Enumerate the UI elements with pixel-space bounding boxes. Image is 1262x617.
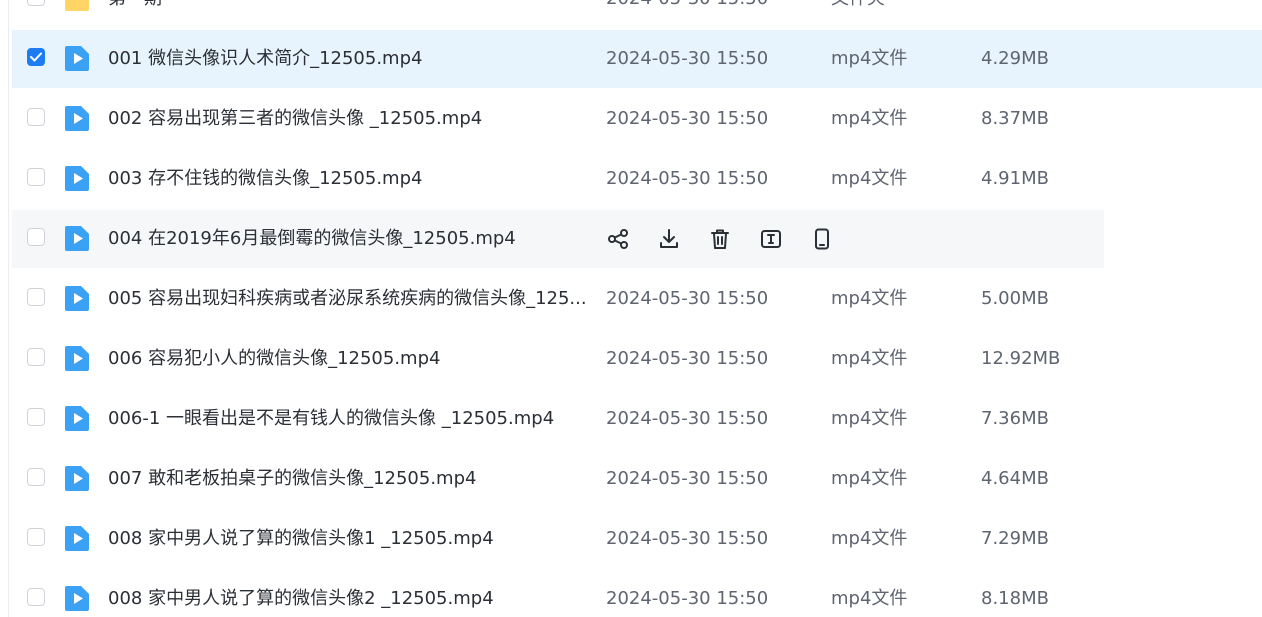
file-size: 7.29MB	[981, 528, 1049, 549]
mobile-icon[interactable]	[810, 227, 834, 251]
modified-date: 2024-05-30 15:50	[606, 348, 769, 369]
row-checkbox[interactable]	[27, 48, 45, 66]
modified-date: 2024-05-30 15:50	[606, 108, 769, 129]
modified-date: 2024-05-30 15:50	[606, 588, 769, 609]
rename-icon[interactable]	[759, 227, 783, 251]
file-type: mp4文件	[831, 408, 908, 429]
checkmark-icon	[30, 52, 42, 62]
video-file-icon	[65, 106, 89, 131]
delete-icon[interactable]	[708, 227, 732, 251]
file-type: mp4文件	[831, 588, 908, 609]
file-name[interactable]: 004 在2019年6月最倒霉的微信头像_12505.mp4	[108, 210, 598, 268]
file-type: mp4文件	[831, 48, 908, 69]
file-size: 4.29MB	[981, 48, 1049, 69]
file-type: mp4文件	[831, 468, 908, 489]
file-size: 8.18MB	[981, 588, 1049, 609]
row-checkbox[interactable]	[27, 288, 45, 306]
file-size: 4.64MB	[981, 468, 1049, 489]
modified-date: 2024-05-30 15:50	[606, 288, 769, 309]
file-name[interactable]: 006-1 一眼看出是不是有钱人的微信头像 _12505.mp4	[108, 390, 598, 448]
file-type: 文件夹	[831, 0, 885, 28]
list-item[interactable]: 003 存不住钱的微信头像_12505.mp4 2024-05-30 15:50…	[12, 150, 1262, 208]
file-size: -	[981, 0, 988, 28]
row-checkbox[interactable]	[27, 588, 45, 606]
list-item[interactable]: 007 敢和老板拍桌子的微信头像_12505.mp4 2024-05-30 15…	[12, 450, 1262, 508]
row-checkbox[interactable]	[27, 408, 45, 426]
file-size: 12.92MB	[981, 348, 1061, 369]
file-size: 7.36MB	[981, 408, 1049, 429]
folder-icon	[65, 0, 89, 11]
row-checkbox[interactable]	[27, 168, 45, 186]
file-type: mp4文件	[831, 348, 908, 369]
download-icon[interactable]	[657, 227, 681, 251]
video-file-icon	[65, 46, 89, 71]
file-size: 8.37MB	[981, 108, 1049, 129]
video-file-icon	[65, 346, 89, 371]
list-divider	[8, 0, 9, 617]
row-checkbox[interactable]	[27, 228, 45, 246]
video-file-icon	[65, 406, 89, 431]
file-name[interactable]: 007 敢和老板拍桌子的微信头像_12505.mp4	[108, 450, 598, 508]
file-name[interactable]: 001 微信头像识人术简介_12505.mp4	[108, 30, 598, 88]
file-list: 第一期 2024-05-30 15:50 文件夹 - 001 微信头像识人术简介…	[0, 0, 1262, 617]
share-icon[interactable]	[606, 227, 630, 251]
file-type: mp4文件	[831, 168, 908, 189]
modified-date: 2024-05-30 15:50	[606, 468, 769, 489]
video-file-icon	[65, 466, 89, 491]
list-item[interactable]: 006-1 一眼看出是不是有钱人的微信头像 _12505.mp4 2024-05…	[12, 390, 1262, 448]
list-item[interactable]: 008 家中男人说了算的微信头像1 _12505.mp4 2024-05-30 …	[12, 510, 1262, 568]
row-checkbox[interactable]	[27, 528, 45, 546]
video-file-icon	[65, 286, 89, 311]
file-type: mp4文件	[831, 528, 908, 549]
video-file-icon	[65, 586, 89, 611]
modified-date: 2024-05-30 15:50	[606, 0, 768, 28]
list-item[interactable]: 004 在2019年6月最倒霉的微信头像_12505.mp4	[12, 210, 1104, 268]
video-file-icon	[65, 166, 89, 191]
modified-date: 2024-05-30 15:50	[606, 168, 769, 189]
file-name[interactable]: 002 容易出现第三者的微信头像 _12505.mp4	[108, 90, 598, 148]
file-size: 4.91MB	[981, 168, 1049, 189]
list-item[interactable]: 006 容易犯小人的微信头像_12505.mp4 2024-05-30 15:5…	[12, 330, 1262, 388]
modified-date: 2024-05-30 15:50	[606, 528, 769, 549]
file-name[interactable]: 008 家中男人说了算的微信头像2 _12505.mp4	[108, 570, 598, 617]
list-item[interactable]: 第一期 2024-05-30 15:50 文件夹 -	[12, 0, 1262, 28]
file-name[interactable]: 005 容易出现妇科疾病或者泌尿系统疾病的微信头像_125...	[108, 270, 598, 328]
row-checkbox[interactable]	[27, 108, 45, 126]
video-file-icon	[65, 526, 89, 551]
file-name[interactable]: 第一期	[108, 0, 598, 28]
list-item[interactable]: 002 容易出现第三者的微信头像 _12505.mp4 2024-05-30 1…	[12, 90, 1262, 148]
file-type: mp4文件	[831, 108, 908, 129]
row-checkbox[interactable]	[27, 348, 45, 366]
row-checkbox[interactable]	[27, 0, 45, 6]
file-type: mp4文件	[831, 288, 908, 309]
file-name[interactable]: 006 容易犯小人的微信头像_12505.mp4	[108, 330, 598, 388]
file-name[interactable]: 003 存不住钱的微信头像_12505.mp4	[108, 150, 598, 208]
file-name[interactable]: 008 家中男人说了算的微信头像1 _12505.mp4	[108, 510, 598, 568]
list-item[interactable]: 001 微信头像识人术简介_12505.mp4 2024-05-30 15:50…	[12, 30, 1262, 88]
modified-date: 2024-05-30 15:50	[606, 408, 769, 429]
file-size: 5.00MB	[981, 288, 1049, 309]
video-file-icon	[65, 226, 89, 251]
list-item[interactable]: 005 容易出现妇科疾病或者泌尿系统疾病的微信头像_125... 2024-05…	[12, 270, 1262, 328]
modified-date: 2024-05-30 15:50	[606, 48, 769, 69]
row-checkbox[interactable]	[27, 468, 45, 486]
list-item[interactable]: 008 家中男人说了算的微信头像2 _12505.mp4 2024-05-30 …	[12, 570, 1262, 617]
